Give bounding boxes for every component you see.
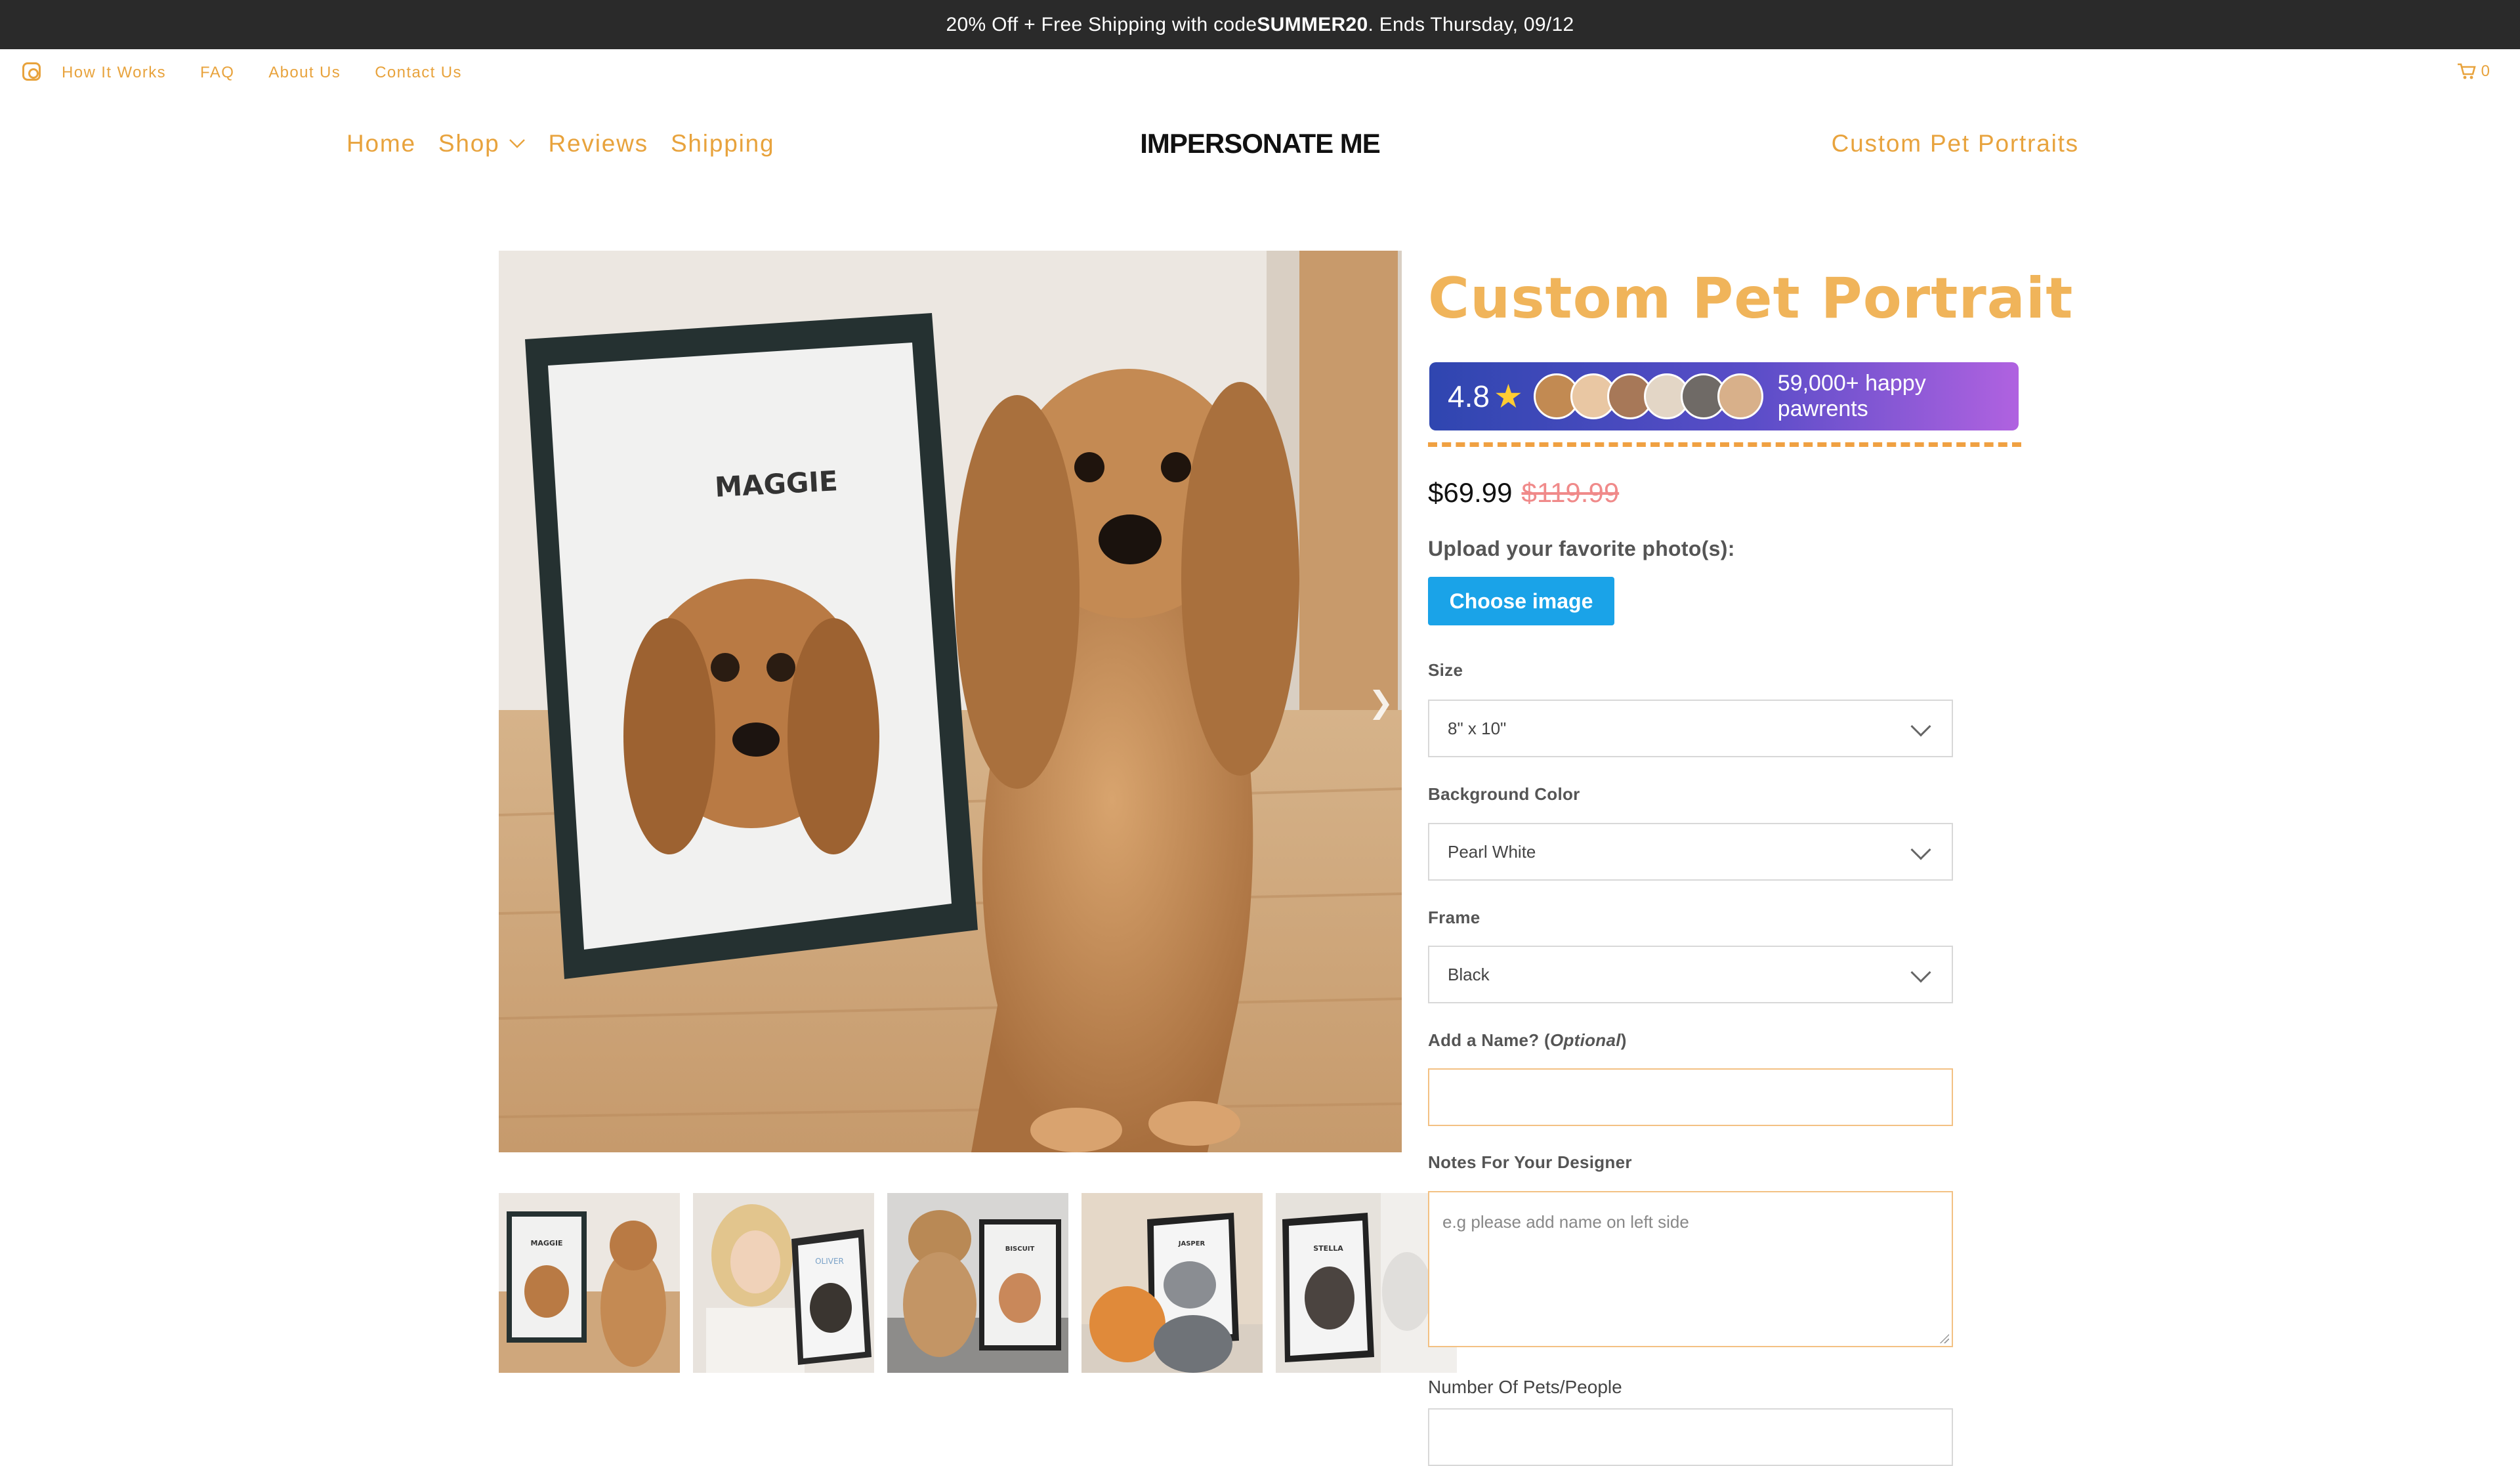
frame-select[interactable]: Black — [1428, 946, 1953, 1003]
notes-placeholder: e.g please add name on left side — [1442, 1212, 1689, 1232]
background-color-select[interactable]: Pearl White — [1428, 823, 1953, 881]
size-label: Size — [1428, 660, 1463, 680]
thumbnail-4-text: JASPER — [1178, 1240, 1206, 1247]
promo-text-post: . Ends Thursday, 09/12 — [1368, 13, 1574, 35]
thumbnail-strip: MAGGIE OLIVER BISCUIT JASPER STELLA — [499, 1193, 1457, 1373]
rating-count: 59,000+ happy pawrents — [1777, 371, 1926, 421]
notes-textarea[interactable]: e.g please add name on left side — [1428, 1191, 1953, 1347]
thumbnail-3-text: BISCUIT — [1005, 1246, 1035, 1253]
thumbnail-3[interactable]: BISCUIT — [887, 1193, 1068, 1373]
nav-shop[interactable]: Shop — [438, 130, 526, 157]
thumbnail-1[interactable]: MAGGIE — [499, 1193, 680, 1373]
chevron-down-icon — [1910, 962, 1931, 983]
link-how-it-works[interactable]: How It Works — [62, 64, 166, 82]
svg-text:MAGGIE: MAGGIE — [714, 465, 839, 503]
cart-icon — [2457, 63, 2476, 79]
nav-left: Home Shop Reviews Shipping — [346, 130, 774, 157]
site-logo[interactable]: IMPERSONATE ME — [1063, 128, 1457, 159]
nav-shipping[interactable]: Shipping — [671, 130, 774, 157]
nav-home[interactable]: Home — [346, 130, 416, 157]
dashed-divider — [1428, 442, 2021, 447]
chevron-down-icon — [1910, 716, 1931, 737]
size-select[interactable]: 8" x 10" — [1428, 700, 1953, 757]
promo-text-pre: 20% Off + Free Shipping with code — [946, 13, 1257, 35]
background-color-value: Pearl White — [1448, 841, 1536, 862]
main-nav: Home Shop Reviews Shipping IMPERSONATE M… — [0, 125, 2520, 171]
frame-label: Frame — [1428, 908, 1480, 927]
utility-bar: How It Works FAQ About Us Contact Us 0 — [0, 49, 2520, 100]
link-about-us[interactable]: About Us — [268, 64, 341, 82]
chevron-down-icon — [509, 139, 525, 148]
size-value: 8" x 10" — [1448, 718, 1507, 738]
add-name-input[interactable] — [1428, 1068, 1953, 1126]
number-of-pets-label: Number Of Pets/People — [1428, 1377, 1622, 1397]
thumbnail-1-text: MAGGIE — [530, 1239, 562, 1247]
promo-code: SUMMER20 — [1257, 13, 1368, 35]
instagram-icon[interactable] — [22, 62, 41, 81]
utility-links: How It Works FAQ About Us Contact Us — [62, 64, 462, 82]
avatar — [1717, 373, 1763, 419]
link-faq[interactable]: FAQ — [200, 64, 234, 82]
customer-avatars — [1533, 373, 1763, 419]
chevron-down-icon — [1910, 839, 1931, 860]
compare-price: $119.99 — [1521, 477, 1620, 508]
cart-button[interactable]: 0 — [2456, 62, 2490, 81]
frame-value: Black — [1448, 964, 1490, 984]
nav-reviews[interactable]: Reviews — [549, 130, 648, 157]
thumbnail-2[interactable]: OLIVER — [693, 1193, 874, 1373]
current-price: $69.99 — [1428, 477, 1513, 508]
number-of-pets-select[interactable] — [1428, 1408, 1953, 1466]
thumbnail-2-text: OLIVER — [815, 1257, 844, 1266]
price: $69.99 $119.99 — [1428, 477, 1619, 509]
rating-banner[interactable]: 4.8 ★ 59,000+ happy pawrents — [1429, 362, 2019, 430]
thumbnail-5-text: STELLA — [1313, 1244, 1343, 1253]
add-name-label-post: ) — [1620, 1030, 1627, 1050]
star-icon: ★ — [1493, 378, 1523, 415]
add-name-label-optional: Optional — [1549, 1030, 1621, 1050]
add-name-label: Add a Name? (Optional) — [1428, 1030, 1627, 1051]
rating-score: 4.8 — [1448, 379, 1490, 413]
page: 20% Off + Free Shipping with code SUMMER… — [0, 0, 2520, 1466]
product-title: Custom Pet Portrait — [1428, 266, 2074, 331]
choose-image-button[interactable]: Choose image — [1428, 577, 1614, 625]
add-name-label-pre: Add a Name? ( — [1428, 1030, 1550, 1050]
main-product-image[interactable]: MAGGIE — [499, 251, 1402, 1152]
background-color-label: Background Color — [1428, 784, 1580, 804]
nav-shop-label: Shop — [438, 130, 500, 157]
promo-banner: 20% Off + Free Shipping with code SUMMER… — [0, 0, 2520, 49]
resize-handle-icon[interactable] — [1939, 1333, 1949, 1343]
cart-count: 0 — [2481, 62, 2490, 80]
upload-label: Upload your favorite photo(s): — [1428, 537, 1735, 560]
link-contact-us[interactable]: Contact Us — [375, 64, 462, 82]
frame-name-text: MAGGIE — [714, 465, 839, 503]
nav-custom-pet-portraits[interactable]: Custom Pet Portraits — [1832, 130, 2079, 157]
notes-label: Notes For Your Designer — [1428, 1152, 1632, 1172]
next-arrow-icon[interactable]: ❯ — [1368, 684, 1394, 720]
thumbnail-4[interactable]: JASPER — [1082, 1193, 1263, 1373]
